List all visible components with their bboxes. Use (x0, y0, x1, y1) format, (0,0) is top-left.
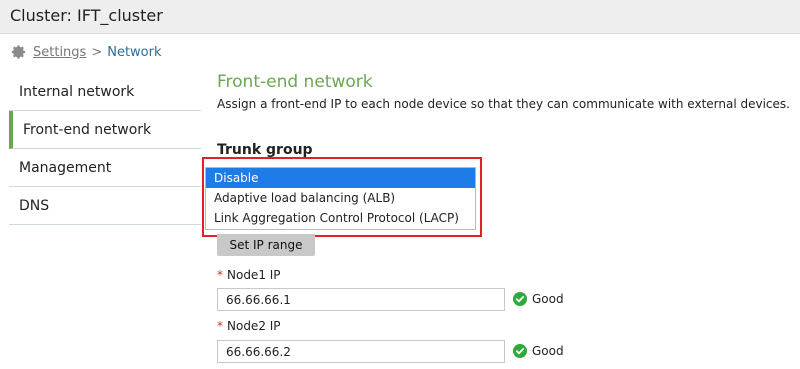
trunk-option-lacp[interactable]: Link Aggregation Control Protocol (LACP) (206, 208, 475, 228)
sidebar-item-management[interactable]: Management (9, 149, 201, 187)
top-bar: Cluster: IFT_cluster (0, 0, 800, 34)
trunk-group-dropdown[interactable]: Disable Adaptive load balancing (ALB) Li… (205, 167, 476, 230)
sidebar: Internal network Front-end network Manag… (9, 73, 201, 225)
node1-ip-label: * Node1 IP (217, 268, 281, 282)
node1-ip-label-text: Node1 IP (227, 268, 281, 282)
trunk-option-alb[interactable]: Adaptive load balancing (ALB) (206, 188, 475, 208)
node2-ip-label: * Node2 IP (217, 319, 281, 333)
cluster-title: Cluster: IFT_cluster (10, 6, 163, 25)
trunk-group-label: Trunk group (217, 142, 313, 158)
set-ip-range-button[interactable]: Set IP range (217, 234, 315, 256)
node2-ip-input[interactable] (217, 340, 505, 363)
required-marker: * (217, 319, 223, 333)
node1-status-text: Good (532, 292, 564, 306)
page-description: Assign a front-end IP to each node devic… (217, 97, 790, 111)
trunk-option-disable[interactable]: Disable (206, 168, 475, 188)
sidebar-item-dns[interactable]: DNS (9, 187, 201, 225)
node2-ip-label-text: Node2 IP (227, 319, 281, 333)
required-marker: * (217, 268, 223, 282)
check-circle-icon (513, 344, 527, 358)
gear-icon (11, 45, 26, 59)
sidebar-item-front-end-network[interactable]: Front-end network (9, 111, 201, 149)
page-title: Front-end network (217, 72, 373, 92)
breadcrumb-separator: > (91, 44, 103, 60)
node2-status-text: Good (532, 344, 564, 358)
main-content: Front-end network Assign a front-end IP … (217, 70, 792, 158)
breadcrumb-settings-link[interactable]: Settings (33, 45, 86, 60)
sidebar-item-internal-network[interactable]: Internal network (9, 73, 201, 111)
check-circle-icon (513, 292, 527, 306)
breadcrumb: Settings > Network (9, 43, 162, 61)
node1-ip-input[interactable] (217, 288, 505, 311)
breadcrumb-current: Network (107, 44, 162, 60)
node1-status: Good (513, 292, 564, 306)
node2-status: Good (513, 344, 564, 358)
